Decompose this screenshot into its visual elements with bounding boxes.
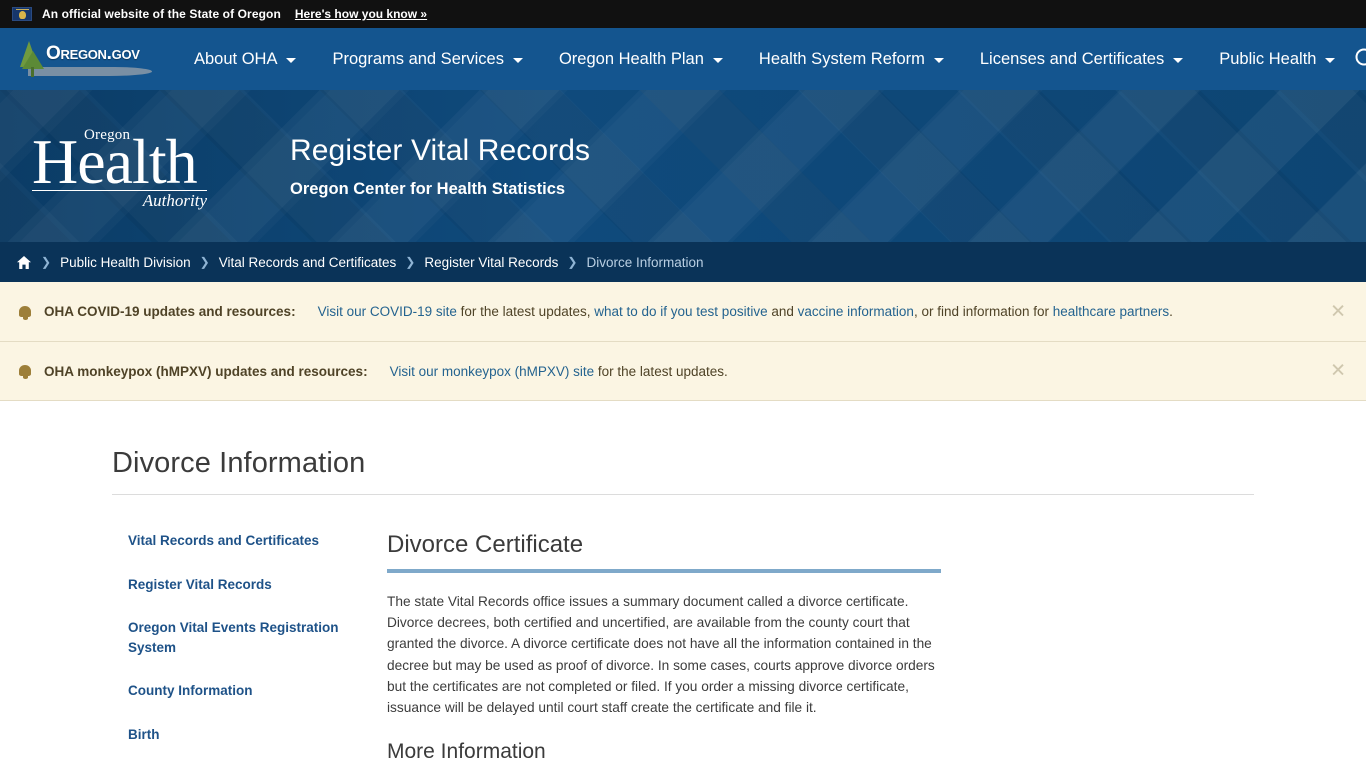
article-heading: Divorce Certificate xyxy=(387,531,584,558)
page-title-divider xyxy=(112,494,1254,495)
alert-text: for the latest updates, xyxy=(456,304,595,319)
oregon-gov-logo[interactable]: Oregon.gov xyxy=(12,39,158,79)
nav-item-label: Health System Reform xyxy=(758,49,925,68)
official-gov-banner: An official website of the State of Oreg… xyxy=(0,0,1366,28)
alert-text: and xyxy=(767,304,798,319)
article-subheading: More Information xyxy=(387,740,546,764)
alert-link-healthcare-partners[interactable]: healthcare partners xyxy=(1053,304,1169,319)
breadcrumb-current-page: Divorce Information xyxy=(586,254,704,270)
logo-swoosh-graphic xyxy=(28,67,152,76)
page-content: Divorce Information Vital Records and Ce… xyxy=(0,401,1366,768)
breadcrumb-separator: ❯ xyxy=(199,255,210,269)
bell-icon xyxy=(18,363,32,379)
alert-label: OHA COVID-19 updates and resources: xyxy=(44,304,296,319)
search-icon xyxy=(1355,48,1366,66)
nav-item-about-oha[interactable]: About OHA xyxy=(176,44,314,75)
sidebar-item-vital-records-and-certificates[interactable]: Vital Records and Certificates xyxy=(128,531,358,551)
sidebar-item-birth[interactable]: Birth xyxy=(128,725,358,745)
hero-title: Register Vital Records xyxy=(290,133,591,167)
chevron-down-icon xyxy=(933,57,944,63)
alert-link-vaccine-information[interactable]: vaccine information xyxy=(798,304,914,319)
oregon-gov-wordmark: Oregon.gov xyxy=(46,43,140,64)
nav-item-licenses-and-certificates[interactable]: Licenses and Certificates xyxy=(962,44,1201,75)
content-row: Vital Records and Certificates Register … xyxy=(112,531,1366,768)
alert-text: . xyxy=(1169,304,1173,319)
alert-label: OHA monkeypox (hMPXV) updates and resour… xyxy=(44,363,368,379)
alert-text: , or find information for xyxy=(913,304,1053,319)
chevron-down-icon xyxy=(712,57,723,63)
alert-link-test-positive[interactable]: what to do if you test positive xyxy=(594,304,767,319)
breadcrumb-separator: ❯ xyxy=(567,255,578,269)
bell-icon xyxy=(18,304,32,320)
side-navigation: Vital Records and Certificates Register … xyxy=(112,531,387,768)
sidebar-item-county-information[interactable]: County Information xyxy=(128,681,358,701)
alert-link-monkeypox-site[interactable]: Visit our monkeypox (hMPXV) site xyxy=(390,364,595,379)
nav-item-programs-and-services[interactable]: Programs and Services xyxy=(314,44,541,75)
oregon-state-flag-icon xyxy=(12,7,32,21)
alert-link-covid-site[interactable]: Visit our COVID-19 site xyxy=(318,304,457,319)
sidebar-item-oregon-vital-events-registration-system[interactable]: Oregon Vital Events Registration System xyxy=(128,618,358,657)
logo-tree-trunk xyxy=(31,67,34,77)
main-navigation-bar: Oregon.gov About OHA Programs and Servic… xyxy=(0,28,1366,90)
home-icon[interactable] xyxy=(16,255,32,270)
breadcrumb-separator: ❯ xyxy=(405,255,416,269)
nav-item-list: About OHA Programs and Services Oregon H… xyxy=(176,44,1353,75)
article: Divorce Certificate The state Vital Reco… xyxy=(387,531,943,768)
hero-subtitle: Oregon Center for Health Statistics xyxy=(290,179,566,198)
breadcrumb-link-vital-records-and-certificates[interactable]: Vital Records and Certificates xyxy=(219,255,397,270)
nav-item-label: Programs and Services xyxy=(332,49,504,68)
nav-item-public-health[interactable]: Public Health xyxy=(1201,44,1353,75)
breadcrumb-separator: ❯ xyxy=(41,255,52,269)
page-title: Divorce Information xyxy=(112,447,366,479)
oregon-health-authority-logo[interactable]: Oregon Health Authority xyxy=(32,124,222,209)
chevron-down-icon xyxy=(286,57,297,63)
breadcrumb: ❯ Public Health Division ❯ Vital Records… xyxy=(0,242,1366,282)
alert-close-button[interactable]: ✕ xyxy=(1330,362,1346,381)
oha-logo-oregon: Oregon xyxy=(84,126,131,143)
chevron-down-icon xyxy=(1173,57,1184,63)
nav-item-label: Oregon Health Plan xyxy=(558,49,704,68)
home-icon-glyph xyxy=(17,255,31,269)
alert-body: Visit our COVID-19 site for the latest u… xyxy=(318,304,1173,319)
sidebar-item-register-vital-records[interactable]: Register Vital Records xyxy=(128,575,358,595)
nav-item-oregon-health-plan[interactable]: Oregon Health Plan xyxy=(541,44,741,75)
article-accent-divider xyxy=(387,569,941,573)
hero-banner: Oregon Health Authority Register Vital R… xyxy=(0,90,1366,242)
hero-title-group: Register Vital Records Oregon Center for… xyxy=(290,134,590,199)
nav-item-label: Public Health xyxy=(1219,49,1317,68)
alert-body: Visit our monkeypox (hMPXV) site for the… xyxy=(390,364,728,379)
nav-item-label: Licenses and Certificates xyxy=(979,49,1165,68)
alert-monkeypox: OHA monkeypox (hMPXV) updates and resour… xyxy=(0,342,1366,401)
breadcrumb-link-register-vital-records[interactable]: Register Vital Records xyxy=(424,255,558,270)
search-button[interactable] xyxy=(1353,46,1366,72)
article-paragraph: The state Vital Records office issues a … xyxy=(387,594,935,716)
alert-text: for the latest updates. xyxy=(594,363,728,379)
heres-how-you-know-link[interactable]: Here's how you know » xyxy=(295,7,427,21)
alert-close-button[interactable]: ✕ xyxy=(1330,302,1346,321)
chevron-down-icon xyxy=(512,57,523,63)
chevron-down-icon xyxy=(1325,57,1336,63)
breadcrumb-link-public-health-division[interactable]: Public Health Division xyxy=(60,255,191,270)
nav-item-health-system-reform[interactable]: Health System Reform xyxy=(741,44,962,75)
nav-item-label: About OHA xyxy=(194,49,278,68)
gov-banner-text: An official website of the State of Oreg… xyxy=(42,7,281,21)
alert-covid19: OHA COVID-19 updates and resources: Visi… xyxy=(0,282,1366,342)
